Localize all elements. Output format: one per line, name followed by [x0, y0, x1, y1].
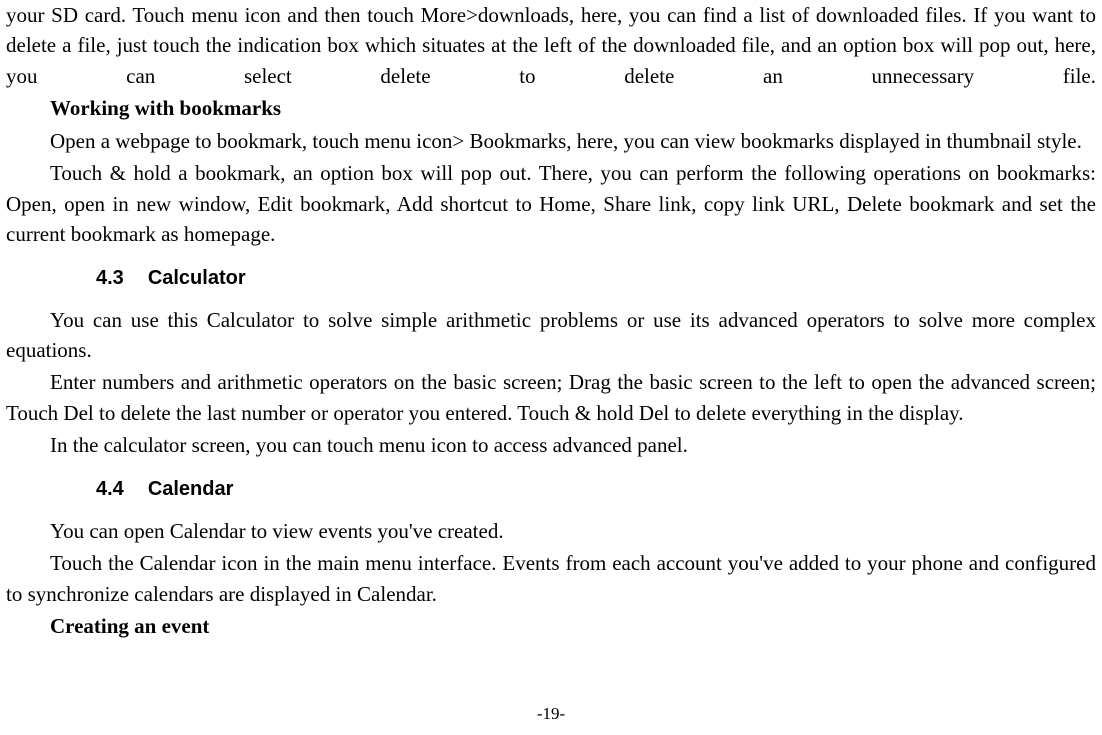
section-number: 4.3	[96, 264, 124, 293]
section-title: Calculator	[148, 267, 246, 289]
section-heading-calendar: 4.4 Calendar	[96, 475, 1096, 504]
paragraph-calendar-sync: Touch the Calendar icon in the main menu…	[6, 548, 1096, 609]
paragraph-bookmarks-options: Touch & hold a bookmark, an option box w…	[6, 158, 1096, 249]
paragraph-downloads-continued: your SD card. Touch menu icon and then t…	[6, 0, 1096, 91]
heading-creating-event: Creating an event	[6, 611, 1096, 641]
section-heading-calculator: 4.3 Calculator	[96, 264, 1096, 293]
paragraph-bookmarks-open: Open a webpage to bookmark, touch menu i…	[6, 126, 1096, 156]
paragraph-calculator-usage: Enter numbers and arithmetic operators o…	[6, 367, 1096, 428]
paragraph-calculator-intro: You can use this Calculator to solve sim…	[6, 305, 1096, 366]
paragraph-calculator-menu: In the calculator screen, you can touch …	[6, 430, 1096, 460]
paragraph-calendar-intro: You can open Calendar to view events you…	[6, 516, 1096, 546]
page-number: -19-	[0, 702, 1102, 727]
heading-working-with-bookmarks: Working with bookmarks	[6, 93, 1096, 123]
section-title: Calendar	[148, 478, 234, 500]
section-number: 4.4	[96, 475, 124, 504]
